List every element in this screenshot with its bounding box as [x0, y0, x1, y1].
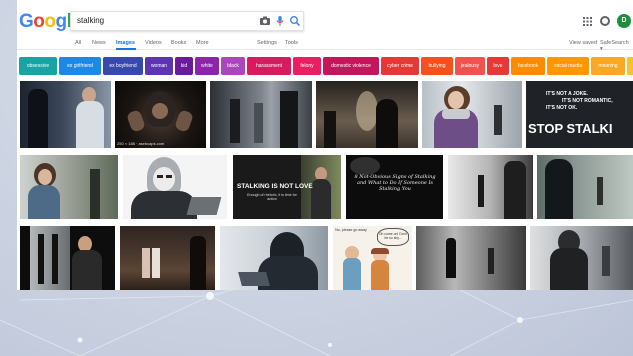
- chip-jealousy[interactable]: jealousy: [455, 57, 485, 75]
- poster-line: IT'S NOT OK.: [546, 105, 578, 111]
- poster-line: IT'S NOT ROMANTIC,: [562, 98, 613, 104]
- image-result[interactable]: [210, 81, 312, 148]
- cartoon-speech: Oh come on! Don't be so shy...: [377, 228, 409, 246]
- image-result-signs[interactable]: 8 Not-Obvious Signs of Stalking and What…: [346, 155, 443, 219]
- chip-facebook[interactable]: facebook: [511, 57, 545, 75]
- logo-letter: o: [44, 11, 56, 32]
- image-result[interactable]: [316, 81, 418, 148]
- chip-white[interactable]: white: [195, 57, 219, 75]
- poster-subtext: Enough of rhetoric, it is time for actio…: [247, 193, 297, 201]
- image-result[interactable]: [220, 226, 328, 290]
- chip-cyber-crime[interactable]: cyber crime: [381, 57, 419, 75]
- logo-letter: o: [33, 11, 45, 32]
- top-bar: Google stalking: [17, 0, 633, 52]
- image-result[interactable]: 250 × 188 · asebcaps.com: [115, 81, 206, 148]
- notifications-icon[interactable]: [600, 16, 610, 26]
- poster-headline: STALKING IS NOT LOVE: [237, 183, 313, 190]
- search-box[interactable]: stalking: [70, 11, 304, 31]
- logo-letter: g: [55, 11, 68, 32]
- image-result[interactable]: [20, 155, 118, 219]
- search-tabs: All News Images Videos Books More Settin…: [17, 40, 633, 52]
- poster-line: IT'S NOT A JOKE.: [546, 91, 588, 97]
- image-result[interactable]: [123, 155, 227, 219]
- tab-more[interactable]: More: [196, 40, 209, 46]
- logo-letter: G: [19, 11, 34, 32]
- image-result-cartoon[interactable]: No, please go away Oh come on! Don't be …: [333, 226, 412, 290]
- chip-love[interactable]: love: [487, 57, 509, 75]
- apps-grid-icon[interactable]: [583, 17, 592, 26]
- image-result[interactable]: [20, 81, 111, 148]
- chip-meaning[interactable]: meaning: [591, 57, 625, 75]
- google-images-screenshot: Google stalking: [17, 0, 633, 290]
- tab-books[interactable]: Books: [171, 40, 186, 46]
- image-size-label: 250 × 188 · asebcaps.com: [117, 141, 165, 146]
- chip-bullying[interactable]: bullying: [421, 57, 453, 75]
- camera-icon[interactable]: [259, 15, 271, 27]
- poster-headline: 8 Not-Obvious Signs of Stalking and What…: [354, 174, 436, 192]
- chip-ex-boyfriend[interactable]: ex boyfriend: [103, 57, 143, 75]
- search-icon[interactable]: [289, 15, 301, 27]
- safesearch-dropdown[interactable]: SafeSearch ▾: [600, 40, 633, 52]
- image-result[interactable]: [448, 155, 533, 219]
- image-result-stop-stalking[interactable]: IT'S NOT A JOKE. IT'S NOT ROMANTIC, IT'S…: [526, 81, 633, 148]
- chip-felony[interactable]: felony: [293, 57, 321, 75]
- search-input[interactable]: stalking: [77, 16, 104, 25]
- image-result[interactable]: [530, 226, 633, 290]
- tools-link[interactable]: Tools: [285, 40, 298, 46]
- chip-black[interactable]: black: [221, 57, 245, 75]
- chip-ex-girlfriend[interactable]: ex girlfriend: [59, 57, 101, 75]
- chip-obsessive[interactable]: obsessive: [19, 57, 57, 75]
- image-result[interactable]: [422, 81, 522, 148]
- view-saved-link[interactable]: View saved: [569, 40, 597, 46]
- microphone-icon[interactable]: [274, 15, 286, 27]
- chip-harassment[interactable]: harassment: [247, 57, 291, 75]
- chip-kid[interactable]: kid: [175, 57, 193, 75]
- avatar[interactable]: D: [617, 14, 631, 28]
- active-tab-indicator: [116, 48, 136, 50]
- chip-domestic-violence[interactable]: domestic violence: [323, 57, 379, 75]
- image-result[interactable]: [537, 155, 633, 219]
- image-result[interactable]: [20, 226, 115, 290]
- cartoon-caption: No, please go away: [335, 228, 367, 232]
- tab-all[interactable]: All: [75, 40, 81, 46]
- chip-next-partial[interactable]: [627, 57, 633, 75]
- tab-news[interactable]: News: [92, 40, 106, 46]
- poster-headline: STOP STALKI: [528, 121, 613, 136]
- settings-link[interactable]: Settings: [257, 40, 277, 46]
- image-result-not-love[interactable]: STALKING IS NOT LOVE Enough of rhetoric,…: [233, 155, 341, 219]
- tab-images[interactable]: Images: [116, 40, 135, 46]
- chip-woman[interactable]: woman: [145, 57, 173, 75]
- tab-videos[interactable]: Videos: [145, 40, 162, 46]
- image-result[interactable]: [416, 226, 526, 290]
- chip-social-media[interactable]: social media: [547, 57, 589, 75]
- image-result[interactable]: [120, 226, 215, 290]
